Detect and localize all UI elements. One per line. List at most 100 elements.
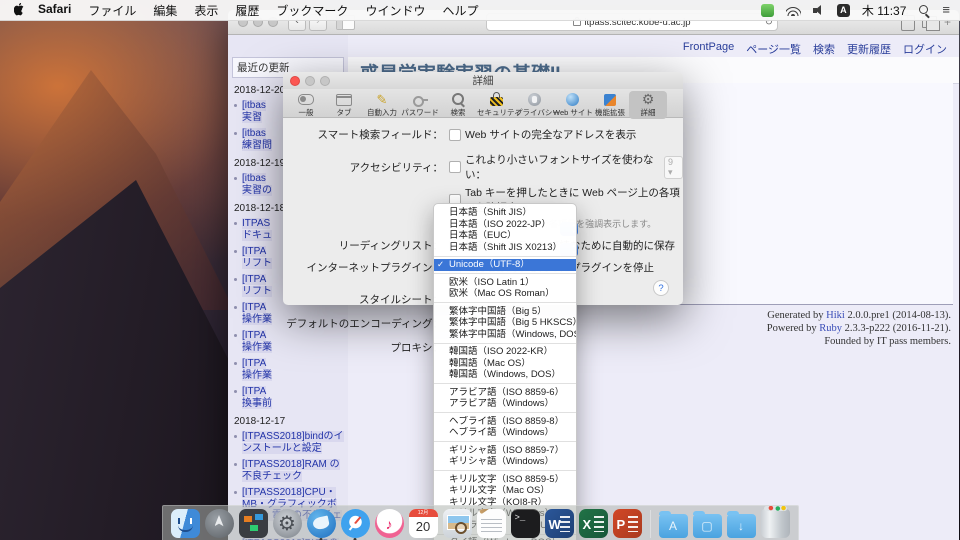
sidebar-link-item[interactable]: [ITPASS2018]RAM の不良チェック: [242, 459, 346, 482]
encoding-option[interactable]: ヘブライ語（ISO 8859-8）: [434, 416, 576, 428]
encoding-option[interactable]: 韓国語（Mac OS）: [434, 358, 576, 370]
sidebar-link[interactable]: [ITPA換事前: [242, 386, 272, 409]
menu-ウインドウ[interactable]: ウインドウ: [365, 2, 425, 19]
dock-folder-applications-icon[interactable]: A: [659, 514, 688, 538]
dock-mission-control-icon[interactable]: [239, 509, 268, 538]
volume-icon[interactable]: [813, 5, 825, 16]
wifi-icon[interactable]: [786, 5, 801, 16]
encoding-option[interactable]: ✓Unicode（UTF-8）: [434, 259, 576, 271]
prefs-tab-websites[interactable]: Web サイト: [553, 91, 591, 119]
dock-trash-icon[interactable]: [761, 509, 790, 538]
apple-menu-icon[interactable]: [14, 3, 26, 17]
dock-safari-icon[interactable]: [341, 509, 370, 538]
menu-bar-clock[interactable]: 木 11:37: [862, 2, 906, 19]
encoding-option[interactable]: キリル文字（ISO 8859-5）: [434, 474, 576, 486]
sidebar-link[interactable]: [ITPA操作業: [242, 302, 272, 325]
nav-link-FrontPage[interactable]: FrontPage: [683, 41, 734, 57]
dock-excel-icon[interactable]: X: [579, 509, 608, 538]
ruby-link[interactable]: Ruby: [819, 323, 842, 334]
folder-downloads-glyph: ↓: [727, 514, 756, 538]
sidebar-link-item[interactable]: [ITPA換事前: [242, 386, 346, 409]
preferences-titlebar[interactable]: 詳細: [283, 72, 683, 89]
encoding-option[interactable]: 欧米（Mac OS Roman）: [434, 288, 576, 300]
prefs-tab-label: 詳細: [629, 107, 667, 118]
encoding-option[interactable]: 日本語（Shift JIS X0213）: [434, 242, 576, 254]
menu-Safari[interactable]: Safari: [38, 2, 71, 19]
dock-word-icon[interactable]: W: [545, 509, 574, 538]
prefs-tab-autofill[interactable]: ✎自動入力: [363, 91, 401, 119]
sidebar-link[interactable]: [itbas練習問: [242, 128, 272, 151]
encoding-option[interactable]: 繁体字中国語（Big 5）: [434, 306, 576, 318]
menu-履歴[interactable]: 履歴: [235, 2, 259, 19]
nav-link-ページ一覧[interactable]: ページ一覧: [746, 41, 801, 57]
sidebar-link-item[interactable]: [ITPASS2018]bindのインストールと設定: [242, 431, 346, 454]
encoding-option[interactable]: 繁体字中国語（Windows, DOS）: [434, 329, 576, 341]
sidebar-link[interactable]: [ITPASS2018]bindのインストールと設定: [242, 431, 344, 454]
dock-folder-downloads-icon[interactable]: ↓: [727, 514, 756, 538]
dock-textedit-icon[interactable]: [477, 509, 506, 538]
menu-編集[interactable]: 編集: [153, 2, 177, 19]
sidebar-link-item[interactable]: [ITPA操作業: [242, 358, 346, 381]
dock-thunderbird-icon[interactable]: [307, 509, 336, 538]
nav-link-更新履歴[interactable]: 更新履歴: [847, 41, 891, 57]
min-font-size-checkbox[interactable]: [449, 161, 461, 173]
encoding-option[interactable]: アラビア語（ISO 8859-6）: [434, 387, 576, 399]
dock-calendar-icon[interactable]: 12月20: [409, 509, 438, 538]
encoding-option[interactable]: 韓国語（ISO 2022-KR）: [434, 346, 576, 358]
spotlight-icon[interactable]: [918, 4, 930, 16]
dock-folder-documents-icon[interactable]: ▢: [693, 514, 722, 538]
status-app-icon[interactable]: [761, 4, 774, 17]
sidebar-link[interactable]: [ITPAリフト: [242, 274, 272, 297]
dock-powerpoint-icon[interactable]: P: [613, 509, 642, 538]
prefs-tab-extensions[interactable]: 機能拡張: [591, 91, 629, 119]
encoding-option[interactable]: 日本語（Shift JIS）: [434, 207, 576, 219]
sidebar-link[interactable]: [ITPASS2018]RAM の不良チェック: [242, 459, 340, 482]
encoding-option[interactable]: 日本語（EUC）: [434, 230, 576, 242]
prefs-tab-label: タブ: [325, 107, 363, 118]
sidebar-link[interactable]: ITPASドキュ: [242, 218, 272, 241]
prefs-tab-label: 機能拡張: [591, 107, 629, 118]
dock-terminal-icon[interactable]: >_: [511, 509, 540, 538]
sidebar-link[interactable]: [ITPA操作業: [242, 358, 272, 381]
encoding-option[interactable]: 繁体字中国語（Big 5 HKSCS）: [434, 317, 576, 329]
dock-system-preferences-icon[interactable]: ⚙: [273, 509, 302, 538]
sidebar-link[interactable]: [ITPA操作業: [242, 330, 272, 353]
menu-ブックマーク[interactable]: ブックマーク: [276, 2, 348, 19]
font-size-popup[interactable]: 9 ▾: [664, 156, 683, 179]
encoding-option[interactable]: ギリシャ語（Windows）: [434, 456, 576, 468]
sidebar-link[interactable]: [ITPAリフト: [242, 246, 272, 269]
menu-ファイル[interactable]: ファイル: [88, 2, 136, 19]
prefs-tab-search[interactable]: 検索: [439, 91, 477, 119]
prefs-tab-passwords[interactable]: パスワード: [401, 91, 439, 119]
hiki-link[interactable]: Hiki: [826, 310, 845, 321]
encoding-option[interactable]: ヘブライ語（Windows）: [434, 427, 576, 439]
prefs-tab-advanced[interactable]: ⚙詳細: [629, 91, 667, 119]
help-button[interactable]: ?: [653, 280, 669, 296]
encoding-option[interactable]: キリル文字（Mac OS）: [434, 485, 576, 497]
encoding-option[interactable]: アラビア語（Windows）: [434, 398, 576, 410]
dock-itunes-icon[interactable]: ♪: [375, 509, 404, 538]
prefs-tab-tabs[interactable]: タブ: [325, 91, 363, 119]
dock-launchpad-icon[interactable]: [205, 509, 234, 538]
nav-link-ログイン[interactable]: ログイン: [903, 41, 947, 57]
input-source-icon[interactable]: A: [837, 4, 850, 17]
menu-表示[interactable]: 表示: [194, 2, 218, 19]
prefs-tab-general[interactable]: 一般: [287, 91, 325, 119]
notification-center-icon[interactable]: ≡: [942, 5, 950, 15]
footer-line: Founded by IT pass members.: [767, 335, 951, 348]
encoding-option[interactable]: ギリシャ語（ISO 8859-7）: [434, 445, 576, 457]
prefs-tab-privacy[interactable]: プライバシー: [515, 91, 553, 119]
nav-link-検索[interactable]: 検索: [813, 41, 835, 57]
sidebar-link[interactable]: [itbas実習: [242, 100, 266, 123]
dock-finder-icon[interactable]: [171, 509, 200, 538]
menu-ヘルプ[interactable]: ヘルプ: [442, 2, 478, 19]
encoding-option[interactable]: 日本語（ISO 2022-JP）: [434, 219, 576, 231]
show-full-address-checkbox[interactable]: [449, 129, 461, 141]
sidebar-link[interactable]: [itbas実習の: [242, 173, 272, 196]
dock-preview-icon[interactable]: [443, 509, 472, 538]
prefs-tab-security[interactable]: セキュリティ: [477, 91, 515, 119]
close-button[interactable]: [290, 76, 300, 86]
encoding-option[interactable]: 韓国語（Windows, DOS）: [434, 369, 576, 381]
encoding-option[interactable]: 欧米（ISO Latin 1）: [434, 277, 576, 289]
prefs-tab-label: パスワード: [401, 107, 439, 118]
